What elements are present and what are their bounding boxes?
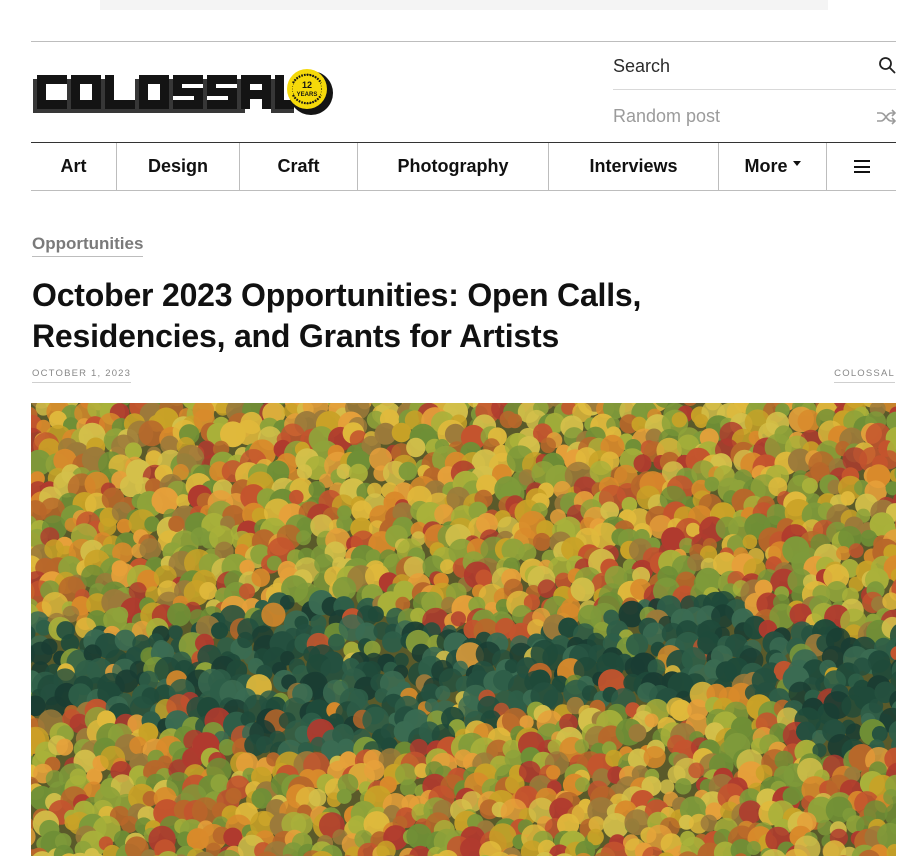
tree-crown — [848, 543, 864, 559]
tree-crown — [546, 765, 561, 780]
post-author[interactable]: COLOSSAL — [834, 368, 895, 383]
ad-placeholder — [100, 0, 828, 10]
nav-item-photography[interactable]: Photography — [358, 143, 549, 190]
tree-crown — [211, 622, 229, 640]
shuffle-icon[interactable] — [876, 109, 896, 125]
tree-crown — [675, 778, 692, 795]
tree-crown — [400, 779, 417, 797]
autumn-forest-image — [31, 403, 896, 856]
tree-crown — [367, 606, 384, 623]
nav-label: Craft — [277, 156, 320, 176]
tree-crown — [199, 582, 218, 600]
nav-item-craft[interactable]: Craft — [240, 143, 358, 190]
tree-crown — [391, 422, 412, 443]
tree-crown — [570, 577, 595, 602]
nav-item-art[interactable]: Art — [31, 143, 117, 190]
svg-text:12: 12 — [302, 80, 312, 90]
tree-crown — [644, 713, 659, 728]
tree-crown — [840, 491, 855, 506]
svg-text:YEARS: YEARS — [297, 92, 318, 98]
tree-crown — [868, 698, 884, 714]
tree-crown — [746, 841, 761, 855]
nav-item-interviews[interactable]: Interviews — [549, 143, 719, 190]
menu-button[interactable] — [827, 143, 896, 190]
tree-crown — [336, 789, 352, 804]
tree-crown — [406, 437, 426, 458]
tree-crown — [575, 777, 590, 792]
nav-label: Photography — [397, 156, 509, 176]
search-field[interactable]: Search — [613, 42, 896, 90]
tree-crown — [237, 631, 254, 649]
nav-item-design[interactable]: Design — [117, 143, 240, 190]
tree-crown — [440, 559, 455, 574]
tree-crown — [296, 530, 312, 546]
tree-crown — [382, 631, 404, 653]
tree-crown — [168, 515, 185, 532]
tree-crown — [450, 611, 466, 627]
hamburger-menu-icon — [853, 160, 870, 173]
nav-label: Design — [147, 156, 208, 176]
post-date[interactable]: OCTOBER 1, 2023 — [32, 368, 132, 383]
site-header: 12 YEARS Search Random post — [31, 41, 896, 142]
tree-crown — [261, 602, 286, 627]
tree-crown — [308, 788, 327, 807]
caret-down-icon — [792, 161, 801, 166]
tree-crown — [540, 437, 556, 454]
tree-crown — [628, 723, 647, 742]
tree-crown — [643, 746, 666, 769]
tree-crown — [625, 633, 649, 656]
tree-crown — [871, 726, 888, 742]
tree-crown — [574, 739, 589, 754]
nav-label: More — [744, 156, 788, 176]
tree-crown — [167, 602, 191, 627]
tree-crown — [633, 454, 652, 473]
tree-crown — [296, 464, 313, 480]
tree-crown — [507, 413, 523, 429]
tree-crown — [364, 759, 385, 781]
tree-crown — [694, 414, 709, 428]
random-post-link[interactable]: Random post — [613, 90, 896, 142]
tree-crown — [239, 583, 255, 600]
tree-crown — [251, 568, 271, 587]
tree-crown — [56, 738, 74, 756]
nav-label: Art — [60, 156, 87, 176]
tree-crown — [704, 476, 720, 492]
tree-crown — [168, 625, 183, 640]
hero-image — [31, 403, 896, 856]
tree-crown — [671, 412, 688, 428]
tree-crown — [139, 538, 162, 561]
colossal-logo[interactable]: 12 YEARS — [31, 63, 333, 119]
tree-crown — [853, 657, 872, 676]
search-label: Search — [613, 56, 671, 76]
tree-crown — [435, 685, 451, 701]
tree-crown — [742, 534, 758, 550]
tree-crown — [398, 461, 418, 481]
tree-crown — [475, 569, 493, 587]
nav-item-more[interactable]: More — [719, 143, 827, 190]
tree-crown — [225, 787, 242, 805]
nav-label: Interviews — [589, 156, 678, 176]
search-icon[interactable] — [878, 56, 896, 74]
tree-crown — [112, 606, 129, 623]
tree-crown — [801, 477, 818, 494]
category-link[interactable]: Opportunities — [32, 234, 144, 257]
tree-crown — [532, 532, 551, 551]
random-post-label: Random post — [613, 106, 721, 126]
tree-crown — [289, 489, 304, 505]
tree-crown — [688, 762, 705, 779]
main-navigation: Art Design Craft Photography Interviews … — [31, 142, 896, 191]
tree-crown — [836, 546, 851, 561]
article-title: October 2023 Opportunities: Open Calls, … — [32, 277, 642, 354]
